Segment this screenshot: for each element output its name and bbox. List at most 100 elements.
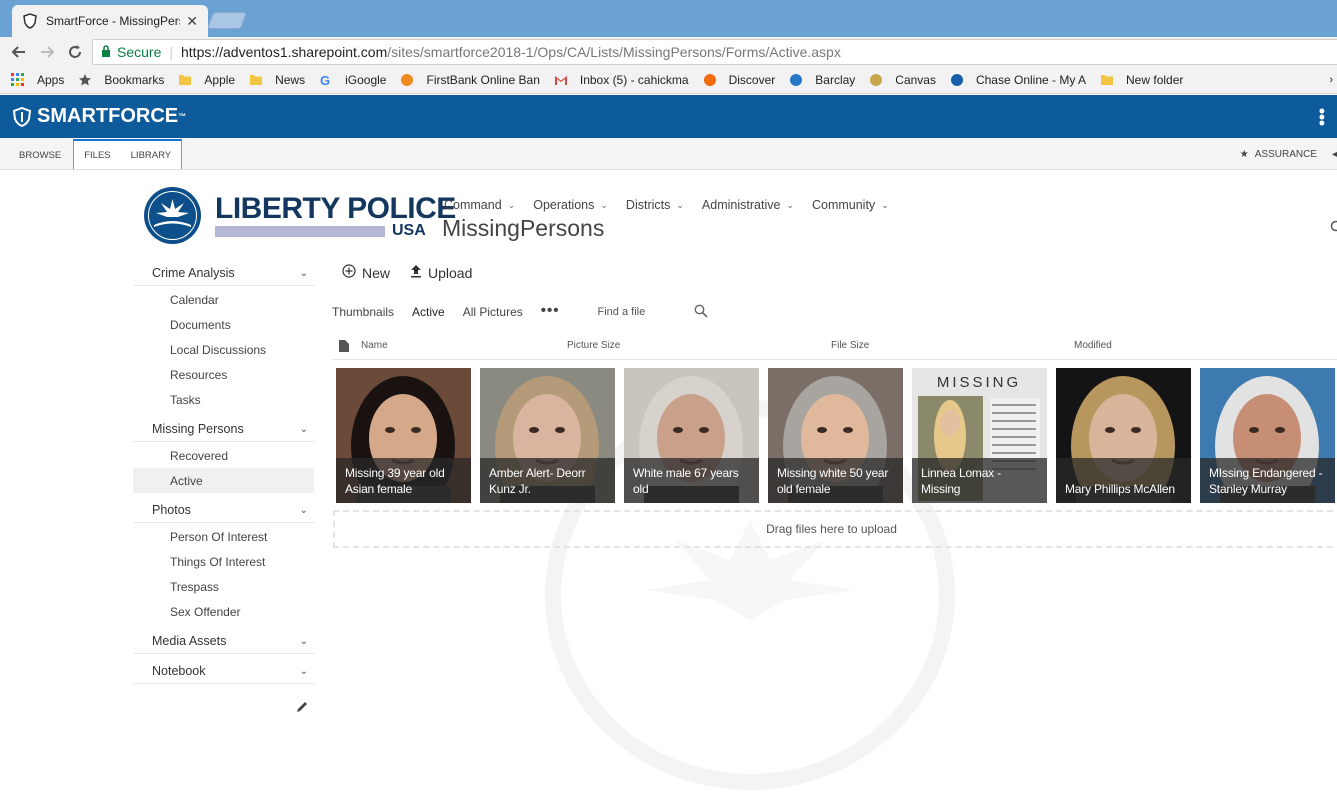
- bookmark-item[interactable]: Discover: [703, 69, 775, 91]
- chevron-down-icon[interactable]: ⌄: [300, 268, 308, 279]
- ribbon-overflow-icon[interactable]: ◂: [1332, 149, 1337, 160]
- tab-library[interactable]: LIBRARY: [121, 141, 181, 169]
- nav-heading-media-assets[interactable]: Media Assets ⌄: [133, 629, 314, 654]
- bookmark-label: FirstBank Online Ban: [426, 73, 540, 87]
- command-bar: New Upload: [342, 264, 492, 281]
- tab-files[interactable]: FILES: [74, 141, 120, 169]
- nav-label: Administrative: [701, 198, 781, 212]
- nav-item-trespass[interactable]: Trespass: [133, 574, 314, 599]
- back-arrow-icon[interactable]: [6, 39, 32, 65]
- upload-drop-zone[interactable]: Drag files here to upload: [333, 510, 1337, 548]
- nav-heading-photos[interactable]: Photos ⌄: [133, 498, 314, 523]
- edit-links-pencil-icon[interactable]: [296, 701, 308, 716]
- nav-heading-notebook[interactable]: Notebook ⌄: [133, 659, 314, 684]
- bookmark-item[interactable]: Barclay: [789, 69, 855, 91]
- nav-heading-crime-analysis[interactable]: Crime Analysis ⌄: [133, 261, 314, 286]
- nav-item-person-of-interest[interactable]: Person Of Interest: [133, 524, 314, 549]
- page-title: MissingPersons: [442, 215, 605, 241]
- chevron-down-icon[interactable]: ⌄: [300, 505, 308, 516]
- barclay-icon: [789, 73, 803, 87]
- bookmark-item[interactable]: Apps: [11, 69, 64, 91]
- search-icon[interactable]: [694, 304, 708, 321]
- trademark-mark: ™: [178, 112, 187, 121]
- bookmark-item[interactable]: Inbox (5) - cahickma: [554, 69, 689, 91]
- nav-heading-missing-persons[interactable]: Missing Persons ⌄: [133, 417, 314, 442]
- folder-icon: [1100, 73, 1114, 87]
- thumbnail-card[interactable]: MIssing Endangered - Stanley Murray: [1200, 368, 1335, 503]
- browser-toolbar: Secure | https://adventos1.sharepoint.co…: [0, 37, 1337, 67]
- find-file-input[interactable]: Find a file: [598, 306, 694, 318]
- thumbnail-card[interactable]: Mary Phillips McAllen: [1056, 368, 1191, 503]
- nav-heading-label: Photos: [152, 503, 191, 517]
- file-type-icon[interactable]: [339, 340, 349, 355]
- view-all-pictures[interactable]: All Pictures: [463, 305, 523, 319]
- upload-button[interactable]: Upload: [410, 264, 472, 281]
- upload-label: Upload: [428, 264, 473, 281]
- thumbnail-card[interactable]: Missing 39 year old Asian female: [336, 368, 471, 503]
- site-header: LIBERTY POLICE USA Command ⌄ Operations ⌄ …: [0, 170, 1337, 260]
- nav-item-active[interactable]: Active: [133, 468, 314, 493]
- tab-browse[interactable]: BROWSE: [0, 141, 71, 169]
- bookmark-item[interactable]: New folder: [1100, 69, 1183, 91]
- bookmark-item[interactable]: FirstBank Online Ban: [400, 69, 540, 91]
- nav-community[interactable]: Community ⌄: [812, 198, 889, 212]
- bookmark-label: Canvas: [895, 73, 936, 87]
- chase-icon: [950, 73, 964, 87]
- view-thumbnails[interactable]: Thumbnails: [332, 305, 394, 319]
- nav-item-recovered[interactable]: Recovered: [133, 443, 314, 468]
- liberty-police-emblem-icon[interactable]: [144, 187, 201, 244]
- browser-tab[interactable]: SmartForce - MissingPers ✕: [12, 5, 208, 37]
- column-picture-size[interactable]: Picture Size: [567, 340, 620, 351]
- nav-item-things-of-interest[interactable]: Things Of Interest: [133, 549, 314, 574]
- bookmark-item[interactable]: News: [249, 69, 305, 91]
- thumbnail-card[interactable]: Missing white 50 year old female: [768, 368, 903, 503]
- forward-arrow-icon[interactable]: [34, 39, 60, 65]
- thumbnail-card[interactable]: White male 67 years old: [624, 368, 759, 503]
- nav-item-resources[interactable]: Resources: [133, 362, 314, 387]
- more-views-ellipsis-icon[interactable]: •••: [541, 302, 560, 319]
- nav-item-tasks[interactable]: Tasks: [133, 387, 314, 412]
- chevron-down-icon[interactable]: ⌄: [300, 636, 308, 647]
- nav-group-crime-analysis: Crime Analysis ⌄ Calendar Documents Local…: [133, 261, 314, 412]
- assurance-button[interactable]: ★ ASSURANCE: [1240, 149, 1317, 160]
- new-label: New: [362, 264, 391, 281]
- thumbnail-card[interactable]: Amber Alert- Deorr Kunz Jr.: [480, 368, 615, 503]
- bookmark-item[interactable]: GiGoogle: [319, 69, 386, 91]
- nav-administrative[interactable]: Administrative ⌄: [702, 198, 794, 212]
- nav-item-local-discussions[interactable]: Local Discussions: [133, 337, 314, 362]
- column-headers: Name Picture Size File Size Modified: [332, 335, 1337, 360]
- more-options-icon[interactable]: • • •: [1319, 102, 1325, 132]
- tab-close-icon[interactable]: ✕: [186, 13, 198, 30]
- bookmark-item[interactable]: Apple: [178, 69, 235, 91]
- site-search-icon[interactable]: [1329, 220, 1337, 237]
- chevron-down-icon[interactable]: ⌄: [300, 666, 308, 677]
- nav-command[interactable]: Command ⌄: [444, 198, 515, 212]
- new-tab-button[interactable]: [206, 12, 248, 29]
- thumbnail-card[interactable]: MISSING Linnea Lomax - Missing: [912, 368, 1047, 503]
- nav-districts[interactable]: Districts ⌄: [626, 198, 684, 212]
- chevron-down-icon[interactable]: ⌄: [300, 424, 308, 435]
- smartforce-logo[interactable]: SMARTFORCE ™: [13, 105, 186, 128]
- column-modified[interactable]: Modified: [1074, 340, 1112, 351]
- bookmark-item[interactable]: Bookmarks: [78, 69, 164, 91]
- bookmark-label: Inbox (5) - cahickma: [579, 73, 689, 87]
- reload-icon[interactable]: [62, 39, 88, 65]
- new-button[interactable]: New: [342, 264, 390, 281]
- nav-heading-label: Missing Persons: [152, 422, 244, 436]
- nav-label: Community: [811, 198, 876, 212]
- bookmarks-overflow-icon[interactable]: ›: [1329, 74, 1333, 86]
- column-file-size[interactable]: File Size: [831, 340, 869, 351]
- nav-item-calendar[interactable]: Calendar: [133, 287, 314, 312]
- view-active[interactable]: Active: [412, 305, 445, 319]
- chevron-down-icon: ⌄: [676, 199, 684, 210]
- nav-item-sex-offender[interactable]: Sex Offender: [133, 599, 314, 624]
- bookmark-item[interactable]: Chase Online - My A: [950, 69, 1086, 91]
- nav-label: Command: [444, 198, 502, 212]
- assurance-label: ASSURANCE: [1254, 149, 1317, 160]
- brand-usa: USA: [392, 222, 426, 239]
- address-bar[interactable]: Secure | https://adventos1.sharepoint.co…: [92, 39, 1337, 65]
- bookmark-item[interactable]: Canvas: [869, 69, 936, 91]
- column-name[interactable]: Name: [361, 340, 388, 351]
- nav-item-documents[interactable]: Documents: [133, 312, 314, 337]
- nav-operations[interactable]: Operations ⌄: [533, 198, 608, 212]
